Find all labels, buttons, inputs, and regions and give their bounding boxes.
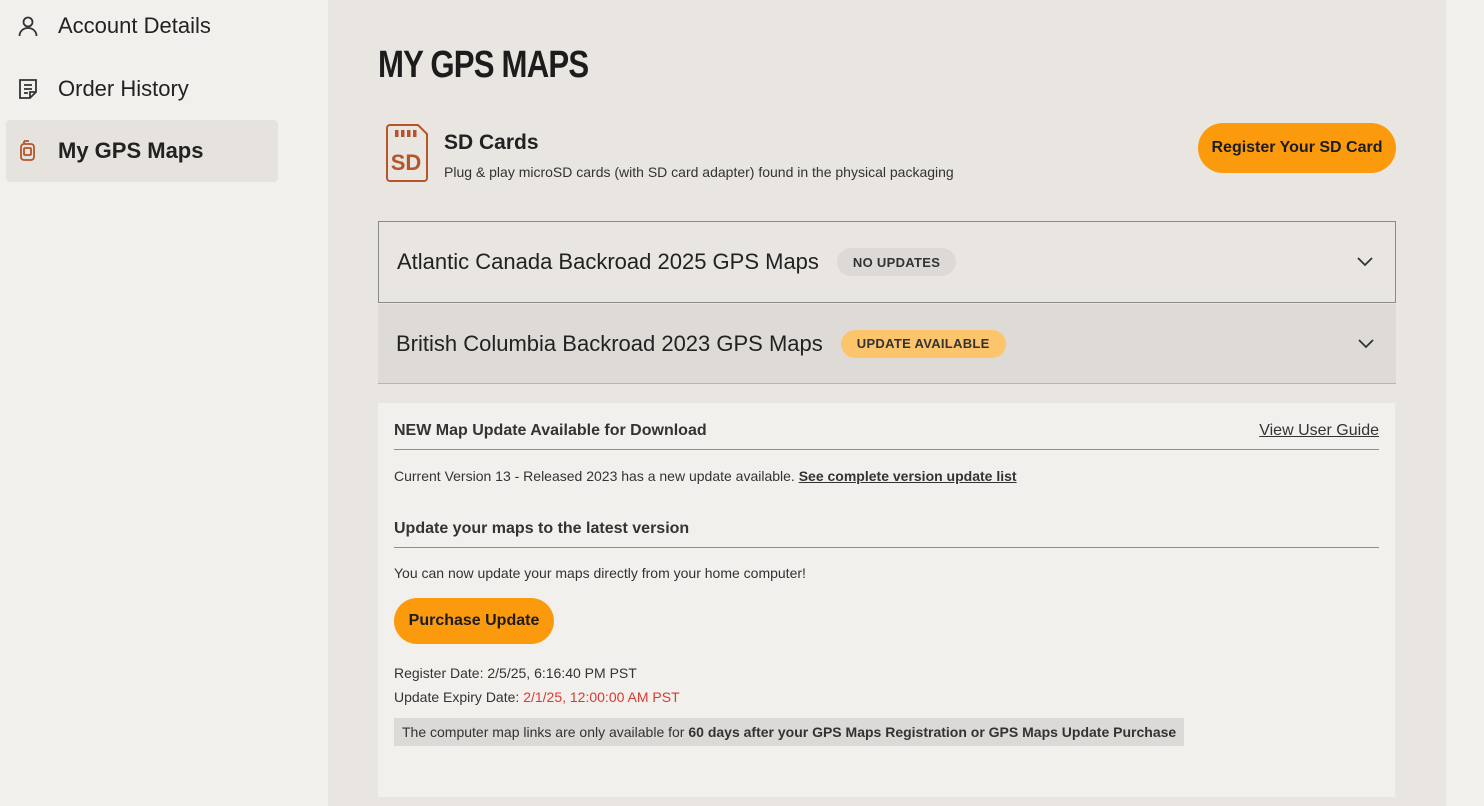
map-accordion-atlantic-canada[interactable]: Atlantic Canada Backroad 2025 GPS Maps N… [378,221,1396,303]
purchase-update-button[interactable]: Purchase Update [394,598,554,644]
sidebar-item-my-gps-maps[interactable]: My GPS Maps [6,120,278,182]
chevron-down-icon[interactable] [1355,254,1375,270]
main-content: MY GPS MAPS SD SD Cards Plug & play micr… [328,0,1446,806]
document-icon [16,77,40,101]
page-title: MY GPS MAPS [378,44,589,86]
expiry-date-row: Update Expiry Date: 2/1/25, 12:00:00 AM … [394,689,680,705]
update-description: You can now update your maps directly fr… [394,565,806,581]
register-date-label: Register Date: [394,665,484,681]
sd-card-icon: SD [386,124,428,182]
register-date-value: 2/5/25, 6:16:40 PM PST [487,665,637,681]
divider [394,547,1379,548]
sd-cards-subtitle: Plug & play microSD cards (with SD card … [444,164,954,180]
update-section-heading: Update your maps to the latest version [394,520,690,537]
chevron-down-icon[interactable] [1356,336,1376,352]
sidebar-item-order-history[interactable]: Order History [6,58,278,120]
note-bold-text: 60 days after your GPS Maps Registration… [688,724,1177,740]
availability-note: The computer map links are only availabl… [394,718,1185,746]
sidebar-item-label: Order History [58,76,189,101]
sidebar-item-label: Account Details [58,13,211,38]
note-text: The computer map links are only availabl… [402,724,685,740]
expiry-date-label: Update Expiry Date: [394,689,520,705]
status-badge: UPDATE AVAILABLE [840,329,1006,358]
map-title: British Columbia Backroad 2023 GPS Maps [396,330,823,356]
sd-cards-title: SD Cards [444,131,539,154]
register-date-row: Register Date: 2/5/25, 6:16:40 PM PST [394,665,637,681]
version-update-list-link[interactable]: See complete version update list [799,468,1017,484]
update-panel-heading: NEW Map Update Available for Download [394,422,707,439]
version-info: Current Version 13 - Released 2023 has a… [394,468,1017,484]
update-panel: NEW Map Update Available for Download Vi… [378,403,1395,797]
status-badge: NO UPDATES [836,248,957,276]
map-title: Atlantic Canada Backroad 2025 GPS Maps [397,249,819,274]
expiry-date-value: 2/1/25, 12:00:00 AM PST [523,689,680,705]
divider [394,449,1379,450]
register-sd-card-button[interactable]: Register Your SD Card [1198,123,1396,173]
version-text: Current Version 13 - Released 2023 has a… [394,468,795,484]
sidebar-item-label: My GPS Maps [58,138,204,163]
sidebar-item-account-details[interactable]: Account Details [6,0,278,57]
sd-icon-text: SD [391,150,422,175]
right-margin [1446,0,1484,806]
view-user-guide-link[interactable]: View User Guide [1259,422,1379,440]
map-accordion-british-columbia[interactable]: British Columbia Backroad 2023 GPS Maps … [378,304,1396,384]
user-icon [16,14,40,38]
sidebar: Account Details Order History My GPS Map… [0,0,328,806]
gps-device-icon [16,139,40,163]
